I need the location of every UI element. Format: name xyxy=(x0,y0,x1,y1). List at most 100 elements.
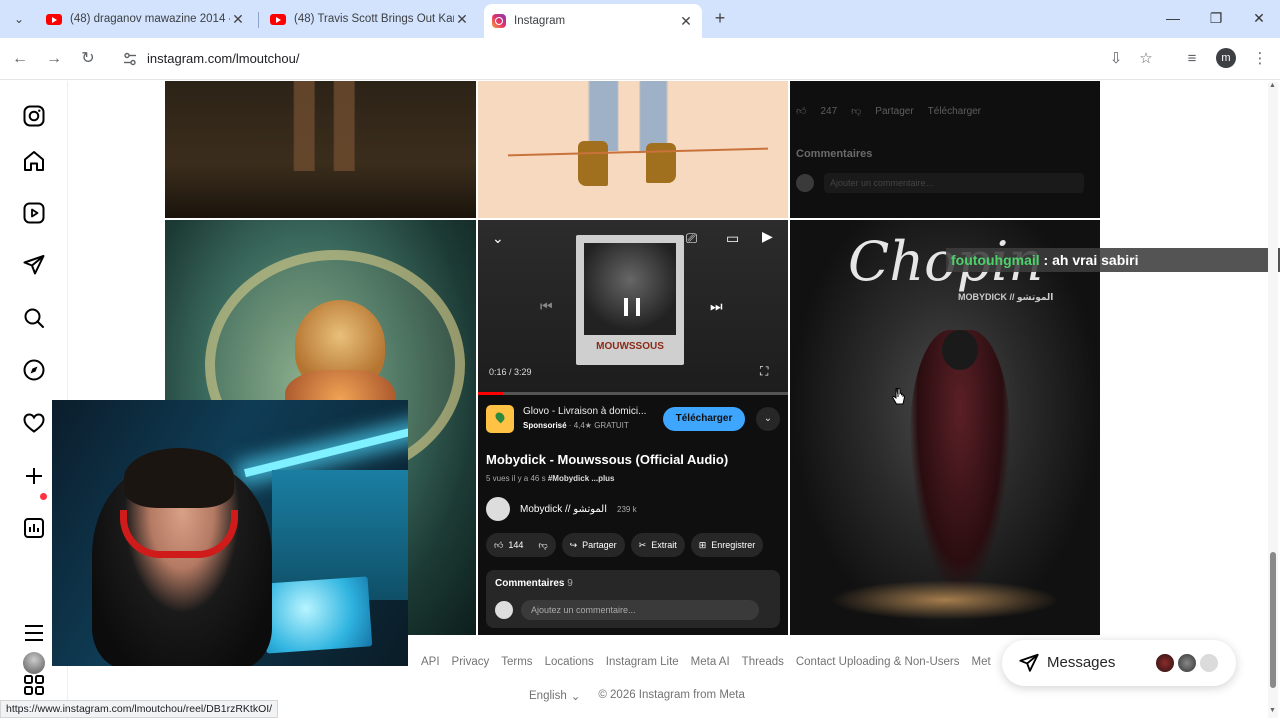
scroll-down-icon[interactable]: ▼ xyxy=(1269,707,1276,714)
link-status-url: https://www.instagram.com/lmoutchou/reel… xyxy=(0,700,279,718)
address-bar[interactable]: instagram.com/lmoutchou/ xyxy=(112,43,1144,75)
comments-count: 9 xyxy=(567,578,573,589)
search-icon[interactable] xyxy=(22,306,46,330)
media-control-icon[interactable]: ≡ xyxy=(1182,49,1202,69)
footer-link-threads[interactable]: Threads xyxy=(742,656,784,668)
thumbs-up-icon: 👍︎ xyxy=(494,539,504,550)
message-avatar xyxy=(1198,652,1220,674)
tab-title: (48) Travis Scott Brings Out Kan xyxy=(294,13,454,25)
footer-link-terms[interactable]: Terms xyxy=(501,656,532,668)
tab-search-chevron-icon[interactable]: ⌄ xyxy=(8,8,30,30)
footer-link-api[interactable]: API xyxy=(421,656,440,668)
new-tab-button[interactable]: + xyxy=(710,8,730,28)
page-scrollbar[interactable]: ▲ ▼ xyxy=(1268,82,1278,718)
close-tab-icon[interactable]: ✕ xyxy=(678,13,694,30)
artist-text: MOBYDICK // الموتشو xyxy=(958,292,1054,302)
post-image-boot xyxy=(578,141,608,186)
restore-button[interactable]: ❐ xyxy=(1204,8,1228,28)
scrollbar-thumb[interactable] xyxy=(1270,552,1276,688)
video-player: MOUWSSOUS ⌄ ⎚ ▭ ▶ ⏮ ⏭ 0:16 / 3:29 ⛶ xyxy=(478,220,788,392)
video-progress-bar xyxy=(478,392,788,395)
post-thumbnail-youtube-video[interactable]: MOUWSSOUS ⌄ ⎚ ▭ ▶ ⏮ ⏭ 0:16 / 3:29 ⛶ Glov… xyxy=(478,220,788,635)
youtube-play-icon: ▶ xyxy=(762,228,773,244)
browser-tab-bar: ⌄ (48) draganov mawazine 2014 - ✕ (48) T… xyxy=(0,0,1280,38)
footer-bottom: English ⌄ © 2026 Instagram from Meta xyxy=(529,689,745,703)
post-image-figure xyxy=(285,81,365,171)
youtube-icon xyxy=(46,13,62,25)
tab-youtube-draganov[interactable]: (48) draganov mawazine 2014 - ✕ xyxy=(38,4,254,34)
ad-meta: Sponsorisé · 4,4★ GRATUIT xyxy=(523,421,629,430)
close-tab-icon[interactable]: ✕ xyxy=(230,11,246,28)
site-settings-icon[interactable] xyxy=(122,51,138,67)
post-thumbnail-legs-dark[interactable] xyxy=(165,81,476,218)
back-arrow-icon[interactable]: ← xyxy=(10,49,30,69)
channel-avatar xyxy=(486,497,510,521)
footer-links: API Privacy Terms Locations Instagram Li… xyxy=(421,656,991,668)
close-window-button[interactable]: ✕ xyxy=(1247,8,1271,28)
next-icon: ⏭ xyxy=(710,298,723,314)
post-thumbnail-chopin[interactable]: Chopin MOBYDICK // الموتشو xyxy=(790,220,1100,635)
minimize-button[interactable]: — xyxy=(1161,8,1185,28)
notifications-heart-icon[interactable] xyxy=(22,411,46,435)
streamer-webcam xyxy=(52,400,408,666)
messages-icon[interactable] xyxy=(22,253,46,277)
post-thumbnail-youtube-comments[interactable]: 👍︎ 247 👎︎ Partager Télécharger Commentai… xyxy=(790,81,1100,218)
previous-icon: ⏮ xyxy=(540,298,553,314)
profile-avatar-button[interactable]: m xyxy=(1216,48,1236,68)
dashboard-icon[interactable] xyxy=(22,516,46,540)
channel-row: Mobydick // الموتشو 239 k xyxy=(486,497,637,521)
like-count: 247 xyxy=(820,105,838,117)
messages-label: Messages xyxy=(1047,654,1116,671)
video-time: 0:16 / 3:29 xyxy=(489,367,532,377)
instagram-icon xyxy=(492,14,506,28)
post-image-boot xyxy=(646,143,676,183)
post-image-spotlight xyxy=(830,580,1060,620)
meta-apps-icon[interactable] xyxy=(22,673,46,697)
bookmark-star-icon[interactable]: ☆ xyxy=(1136,49,1156,69)
reels-icon[interactable] xyxy=(22,201,46,225)
url-text[interactable]: instagram.com/lmoutchou/ xyxy=(147,51,299,66)
thumbs-down-icon: 👎︎ xyxy=(851,106,862,117)
explore-icon[interactable] xyxy=(22,358,46,382)
webcam-led-light xyxy=(244,420,408,478)
chevron-down-icon: ⌄ xyxy=(492,230,504,246)
home-icon[interactable] xyxy=(22,149,46,173)
cast-icon: ⎚ xyxy=(686,230,698,246)
messages-button[interactable]: Messages xyxy=(1002,640,1236,686)
footer-link-locations[interactable]: Locations xyxy=(545,656,594,668)
save-icon: ⊞ xyxy=(698,539,707,550)
kebab-menu-icon[interactable]: ⋮ xyxy=(1250,49,1270,69)
create-plus-icon[interactable] xyxy=(22,464,46,488)
like-pill: 👍︎ 144 👎︎ xyxy=(486,533,556,557)
more-menu-icon[interactable] xyxy=(22,621,46,645)
footer-link-meta[interactable]: Met xyxy=(972,656,991,668)
install-app-icon[interactable]: ⇩ xyxy=(1106,49,1126,69)
ad-download-button: Télécharger xyxy=(663,407,745,431)
hashtag: #Mobydick ...plus xyxy=(547,474,615,483)
commenter-avatar xyxy=(495,601,513,619)
webcam-monitor xyxy=(261,576,373,654)
footer-link-contact-uploading[interactable]: Contact Uploading & Non-Users xyxy=(796,656,960,668)
tab-instagram[interactable]: Instagram ✕ xyxy=(484,4,702,38)
video-artwork-photo xyxy=(584,243,676,335)
forward-arrow-icon[interactable]: → xyxy=(44,49,64,69)
video-actions: 👍︎ 144 👎︎ ↪ Partager ✂ Extrait ⊞ Enregis… xyxy=(486,533,764,557)
post-thumbnail-boots[interactable] xyxy=(478,81,788,218)
footer-link-instagram-lite[interactable]: Instagram Lite xyxy=(606,656,679,668)
instagram-logo-icon[interactable] xyxy=(22,104,46,128)
share-icon: ↪ xyxy=(569,539,578,550)
footer-link-meta-ai[interactable]: Meta AI xyxy=(691,656,730,668)
comments-header: Commentaires xyxy=(796,148,873,160)
profile-avatar[interactable] xyxy=(23,652,45,674)
share-label: Partager xyxy=(582,540,617,550)
sponsored-ad: Glovo - Livraison à domici... Sponsorisé… xyxy=(486,402,782,434)
close-tab-icon[interactable]: ✕ xyxy=(454,11,470,28)
language-select[interactable]: English ⌄ xyxy=(529,689,580,703)
clip-label: Extrait xyxy=(651,540,677,550)
webcam-headset xyxy=(120,510,238,558)
scroll-up-icon[interactable]: ▲ xyxy=(1269,82,1276,89)
tab-youtube-travis[interactable]: (48) Travis Scott Brings Out Kan ✕ xyxy=(262,4,478,34)
reload-icon[interactable]: ↻ xyxy=(78,49,98,69)
video-progress-fill xyxy=(478,392,503,395)
footer-link-privacy[interactable]: Privacy xyxy=(452,656,490,668)
